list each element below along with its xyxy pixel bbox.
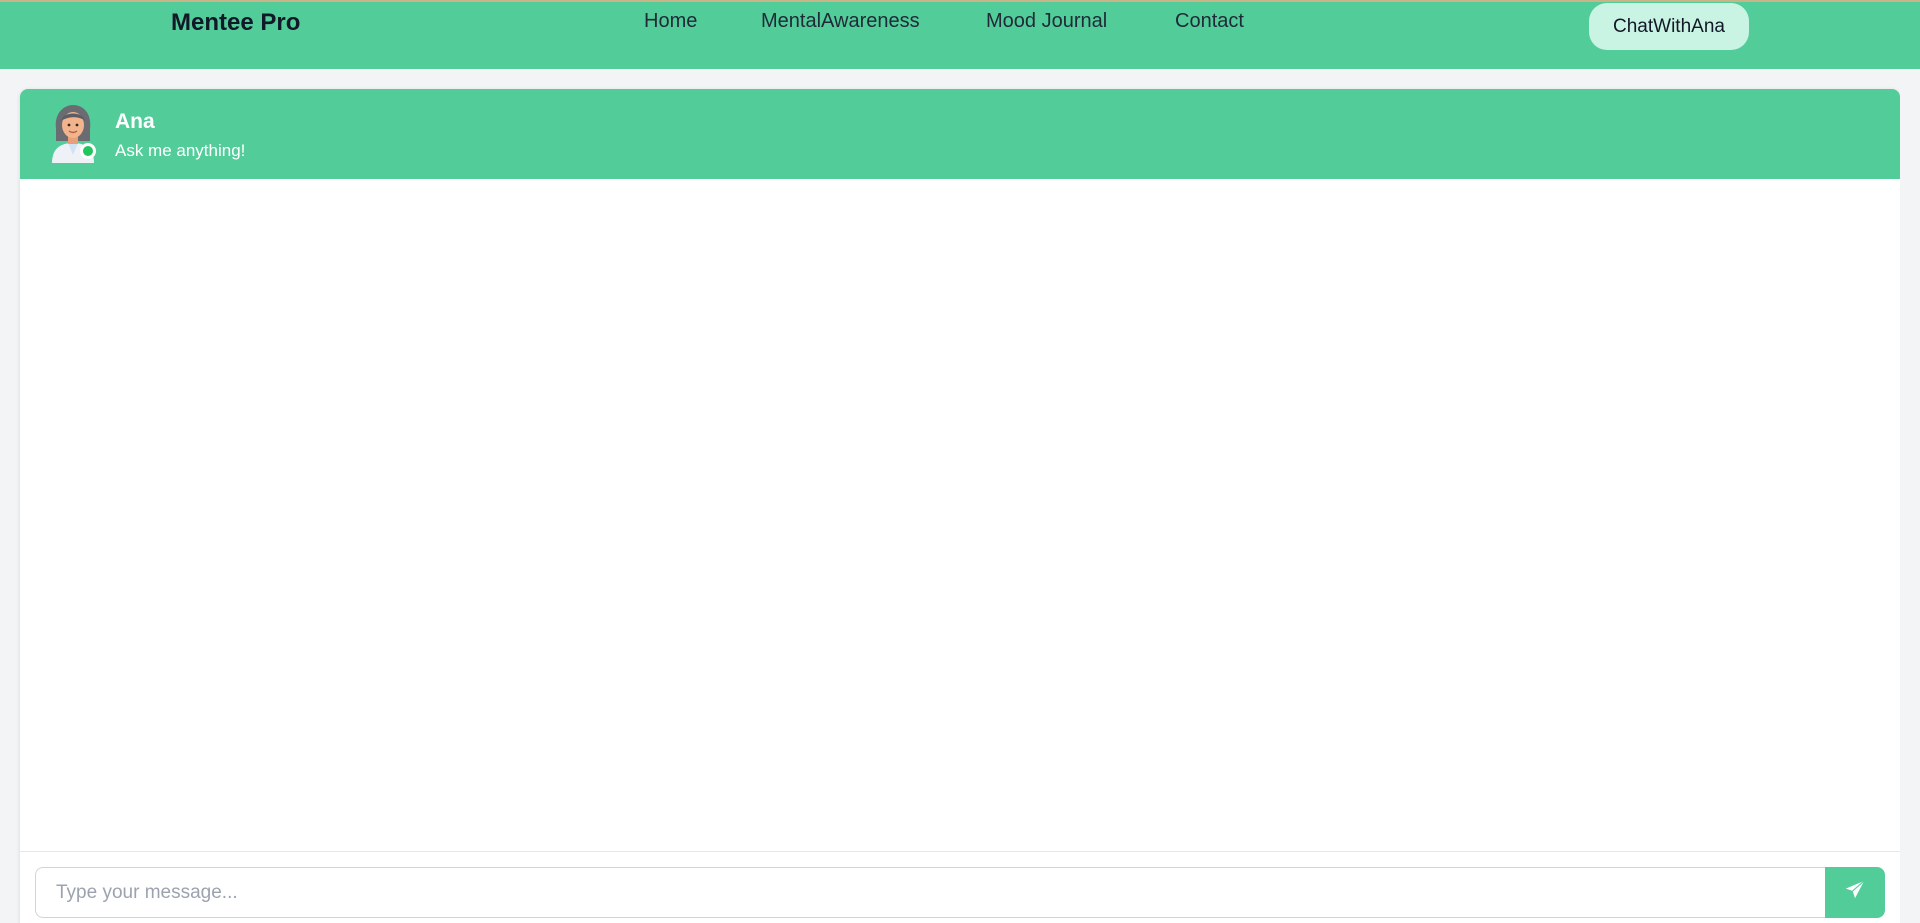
- nav-link-contact[interactable]: Contact: [1175, 8, 1244, 34]
- chat-header: Ana Ask me anything!: [20, 89, 1900, 179]
- agent-status-text: Ask me anything!: [115, 141, 246, 160]
- online-status-dot: [80, 143, 96, 159]
- top-navbar: Mentee Pro Home MentalAwareness Mood Jou…: [0, 0, 1920, 69]
- chat-with-ana-button[interactable]: ChatWithAna: [1589, 3, 1749, 50]
- paper-plane-icon: [1844, 879, 1866, 906]
- message-input[interactable]: [35, 867, 1846, 918]
- page-scrollbar[interactable]: [1900, 69, 1920, 923]
- send-button[interactable]: [1825, 867, 1885, 918]
- message-composer: [20, 851, 1900, 923]
- nav-link-mental-awareness[interactable]: MentalAwareness: [761, 8, 920, 34]
- brand-logo-text[interactable]: Mentee Pro: [171, 8, 300, 38]
- nav-link-mood-journal[interactable]: Mood Journal: [986, 8, 1107, 34]
- message-list[interactable]: [20, 179, 1900, 851]
- nav-link-home[interactable]: Home: [644, 8, 697, 34]
- chat-card: Ana Ask me anything!: [20, 89, 1900, 923]
- agent-name: Ana: [115, 110, 155, 133]
